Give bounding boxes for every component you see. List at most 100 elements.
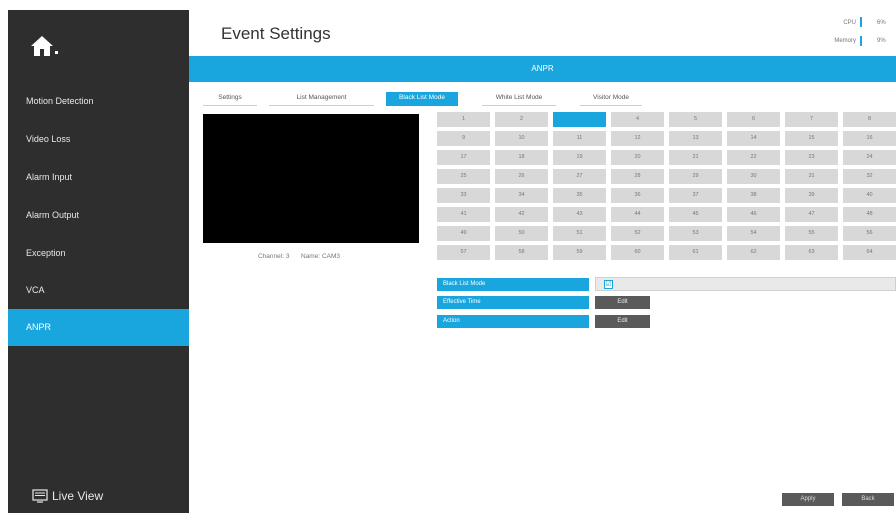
apply-button[interactable]: Apply [782, 493, 834, 506]
cpu-meter-bar [860, 17, 862, 27]
channel-button[interactable]: 12 [611, 131, 664, 146]
channel-button[interactable]: 41 [437, 207, 490, 222]
tab-black-list-mode[interactable]: Black List Mode [386, 92, 458, 106]
channel-button[interactable]: 5 [669, 112, 722, 127]
channel-button[interactable]: 7 [785, 112, 838, 127]
sidebar-item-video-loss[interactable]: Video Loss [8, 121, 189, 158]
channel-grid: 1 2 3 4 5 6 7 8 9 10 11 12 13 14 15 16 17 18 19 20 21 22 23 24 2… [437, 112, 896, 260]
channel-button[interactable]: 64 [843, 245, 896, 260]
channel-button[interactable]: 27 [553, 169, 606, 184]
anpr-banner: ANPR [189, 56, 896, 82]
channel-button[interactable]: 6 [727, 112, 780, 127]
channel-button[interactable]: 22 [727, 150, 780, 165]
video-preview [203, 114, 419, 243]
channel-button[interactable]: 53 [669, 226, 722, 241]
channel-button[interactable]: 35 [553, 188, 606, 203]
cpu-value: 6% [877, 20, 886, 26]
channel-button[interactable]: 55 [785, 226, 838, 241]
channel-button[interactable]: 9 [437, 131, 490, 146]
channel-button[interactable]: 14 [727, 131, 780, 146]
live-view-button[interactable]: Live View [32, 489, 103, 503]
channel-button[interactable]: 25 [437, 169, 490, 184]
sidebar-item-exception[interactable]: Exception [8, 235, 189, 272]
channel-button[interactable]: 3 [553, 112, 606, 127]
sidebar-item-alarm-input[interactable]: Alarm Input [8, 159, 189, 196]
channel-button[interactable]: 29 [669, 169, 722, 184]
channel-button[interactable]: 44 [611, 207, 664, 222]
channel-button[interactable]: 15 [785, 131, 838, 146]
channel-button[interactable]: 50 [495, 226, 548, 241]
channel-button[interactable]: 54 [727, 226, 780, 241]
tab-list-management[interactable]: List Management [269, 92, 374, 106]
channel-button[interactable]: 2 [495, 112, 548, 127]
camera-name-label: Name: CAM3 [301, 253, 341, 260]
channel-button[interactable]: 45 [669, 207, 722, 222]
channel-button[interactable]: 32 [843, 169, 896, 184]
channel-button[interactable]: 51 [553, 226, 606, 241]
channel-button[interactable]: 36 [611, 188, 664, 203]
black-list-mode-checkbox[interactable]: ☑ [604, 280, 613, 289]
back-button[interactable]: Back [842, 493, 894, 506]
channel-button[interactable]: 21 [669, 150, 722, 165]
effective-time-edit-button[interactable]: Edit [595, 296, 650, 309]
channel-button[interactable]: 43 [553, 207, 606, 222]
channel-button[interactable]: 11 [553, 131, 606, 146]
channel-button[interactable]: 42 [495, 207, 548, 222]
channel-button[interactable]: 34 [495, 188, 548, 203]
sidebar-item-anpr[interactable]: ANPR [8, 309, 189, 346]
channel-button[interactable]: 49 [437, 226, 490, 241]
channel-button[interactable]: 57 [437, 245, 490, 260]
channel-button[interactable]: 23 [785, 150, 838, 165]
channel-button[interactable]: 48 [843, 207, 896, 222]
sidebar-item-vca[interactable]: VCA [8, 272, 189, 309]
channel-button[interactable]: 58 [495, 245, 548, 260]
tab-visitor-mode[interactable]: Visitor Mode [580, 92, 642, 106]
channel-button[interactable]: 33 [437, 188, 490, 203]
tab-white-list-mode[interactable]: White List Mode [482, 92, 556, 106]
channel-label: Channel: 3 [258, 253, 290, 260]
channel-button[interactable]: 13 [669, 131, 722, 146]
tab-settings[interactable]: Settings [203, 92, 257, 106]
sidebar-item-motion-detection[interactable]: Motion Detection [8, 83, 189, 120]
channel-button[interactable]: 38 [727, 188, 780, 203]
channel-button[interactable]: 60 [611, 245, 664, 260]
home-icon[interactable] [30, 35, 54, 57]
home-dot [55, 51, 58, 54]
effective-time-label: Effective Time [437, 296, 589, 309]
memory-label: Memory [834, 38, 856, 44]
channel-button[interactable]: 18 [495, 150, 548, 165]
sidebar: Motion Detection Video Loss Alarm Input … [8, 10, 189, 513]
channel-button[interactable]: 28 [611, 169, 664, 184]
channel-button[interactable]: 37 [669, 188, 722, 203]
channel-button[interactable]: 24 [843, 150, 896, 165]
channel-button[interactable]: 40 [843, 188, 896, 203]
channel-button[interactable]: 59 [553, 245, 606, 260]
channel-button[interactable]: 10 [495, 131, 548, 146]
channel-button[interactable]: 39 [785, 188, 838, 203]
action-label: Action [437, 315, 589, 328]
memory-meter-bar [860, 36, 862, 46]
channel-button[interactable]: 46 [727, 207, 780, 222]
channel-button[interactable]: 30 [727, 169, 780, 184]
channel-button[interactable]: 62 [727, 245, 780, 260]
live-view-label: Live View [52, 489, 104, 503]
channel-button[interactable]: 56 [843, 226, 896, 241]
channel-button[interactable]: 26 [495, 169, 548, 184]
channel-button[interactable]: 1 [437, 112, 490, 127]
channel-button[interactable]: 17 [437, 150, 490, 165]
channel-button[interactable]: 52 [611, 226, 664, 241]
channel-button[interactable]: 63 [785, 245, 838, 260]
black-list-mode-label: Black List Mode [437, 278, 589, 291]
sidebar-item-alarm-output[interactable]: Alarm Output [8, 197, 189, 234]
channel-button[interactable]: 4 [611, 112, 664, 127]
channel-button[interactable]: 61 [669, 245, 722, 260]
channel-button[interactable]: 31 [785, 169, 838, 184]
channel-button[interactable]: 16 [843, 131, 896, 146]
channel-button[interactable]: 20 [611, 150, 664, 165]
page-title: Event Settings [221, 24, 331, 43]
channel-button[interactable]: 47 [785, 207, 838, 222]
channel-button[interactable]: 19 [553, 150, 606, 165]
memory-value: 9% [877, 38, 886, 44]
channel-button[interactable]: 8 [843, 112, 896, 127]
action-edit-button[interactable]: Edit [595, 315, 650, 328]
